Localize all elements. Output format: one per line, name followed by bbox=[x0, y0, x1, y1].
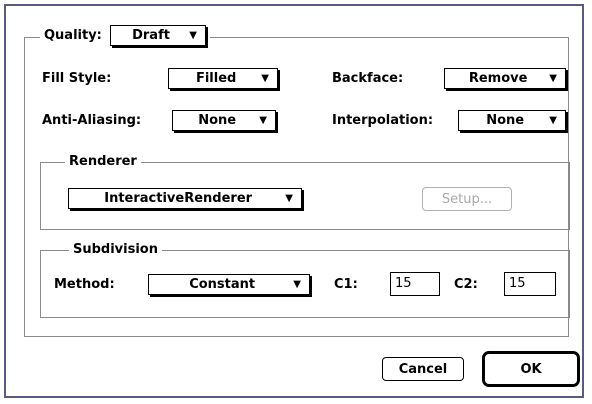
c2-label: C2: bbox=[454, 277, 478, 292]
interpolation-popup[interactable]: None ▼ bbox=[458, 110, 566, 131]
anti-aliasing-popup[interactable]: None ▼ bbox=[172, 110, 276, 131]
chevron-down-icon: ▼ bbox=[549, 73, 557, 84]
chevron-down-icon: ▼ bbox=[189, 30, 197, 41]
interpolation-value: None bbox=[486, 113, 525, 128]
render-options-dialog: Quality: Draft ▼ Fill Style: Filled ▼ Ba… bbox=[4, 4, 584, 398]
method-value: Constant bbox=[189, 277, 256, 292]
setup-button[interactable]: Setup... bbox=[422, 187, 512, 211]
fill-style-value: Filled bbox=[195, 71, 237, 86]
fill-style-popup[interactable]: Filled ▼ bbox=[168, 68, 278, 89]
method-label: Method: bbox=[54, 277, 115, 292]
ok-button[interactable]: OK bbox=[482, 351, 580, 387]
chevron-down-icon: ▼ bbox=[261, 73, 269, 84]
c1-field[interactable]: 15 bbox=[390, 272, 440, 296]
backface-label: Backface: bbox=[332, 71, 404, 86]
renderer-value: InteractiveRenderer bbox=[104, 191, 253, 206]
quality-popup[interactable]: Draft ▼ bbox=[109, 25, 206, 46]
c1-label: C1: bbox=[334, 277, 358, 292]
quality-value: Draft bbox=[132, 28, 170, 43]
renderer-legend: Renderer bbox=[65, 153, 141, 171]
anti-aliasing-value: None bbox=[198, 113, 237, 128]
subdivision-legend: Subdivision bbox=[69, 241, 162, 259]
quality-label: Quality: bbox=[44, 28, 102, 43]
chevron-down-icon: ▼ bbox=[285, 193, 293, 204]
chevron-down-icon: ▼ bbox=[549, 115, 557, 126]
renderer-popup[interactable]: InteractiveRenderer ▼ bbox=[68, 188, 302, 209]
fill-style-label: Fill Style: bbox=[42, 71, 112, 86]
quality-legend: Quality: Draft ▼ bbox=[40, 25, 210, 46]
chevron-down-icon: ▼ bbox=[259, 115, 267, 126]
backface-value: Remove bbox=[468, 71, 528, 86]
interpolation-label: Interpolation: bbox=[332, 113, 434, 128]
c2-field[interactable]: 15 bbox=[504, 272, 556, 296]
chevron-down-icon: ▼ bbox=[293, 279, 301, 290]
method-popup[interactable]: Constant ▼ bbox=[148, 274, 310, 295]
anti-aliasing-label: Anti-Aliasing: bbox=[42, 113, 142, 128]
backface-popup[interactable]: Remove ▼ bbox=[444, 68, 566, 89]
cancel-button[interactable]: Cancel bbox=[382, 357, 464, 381]
